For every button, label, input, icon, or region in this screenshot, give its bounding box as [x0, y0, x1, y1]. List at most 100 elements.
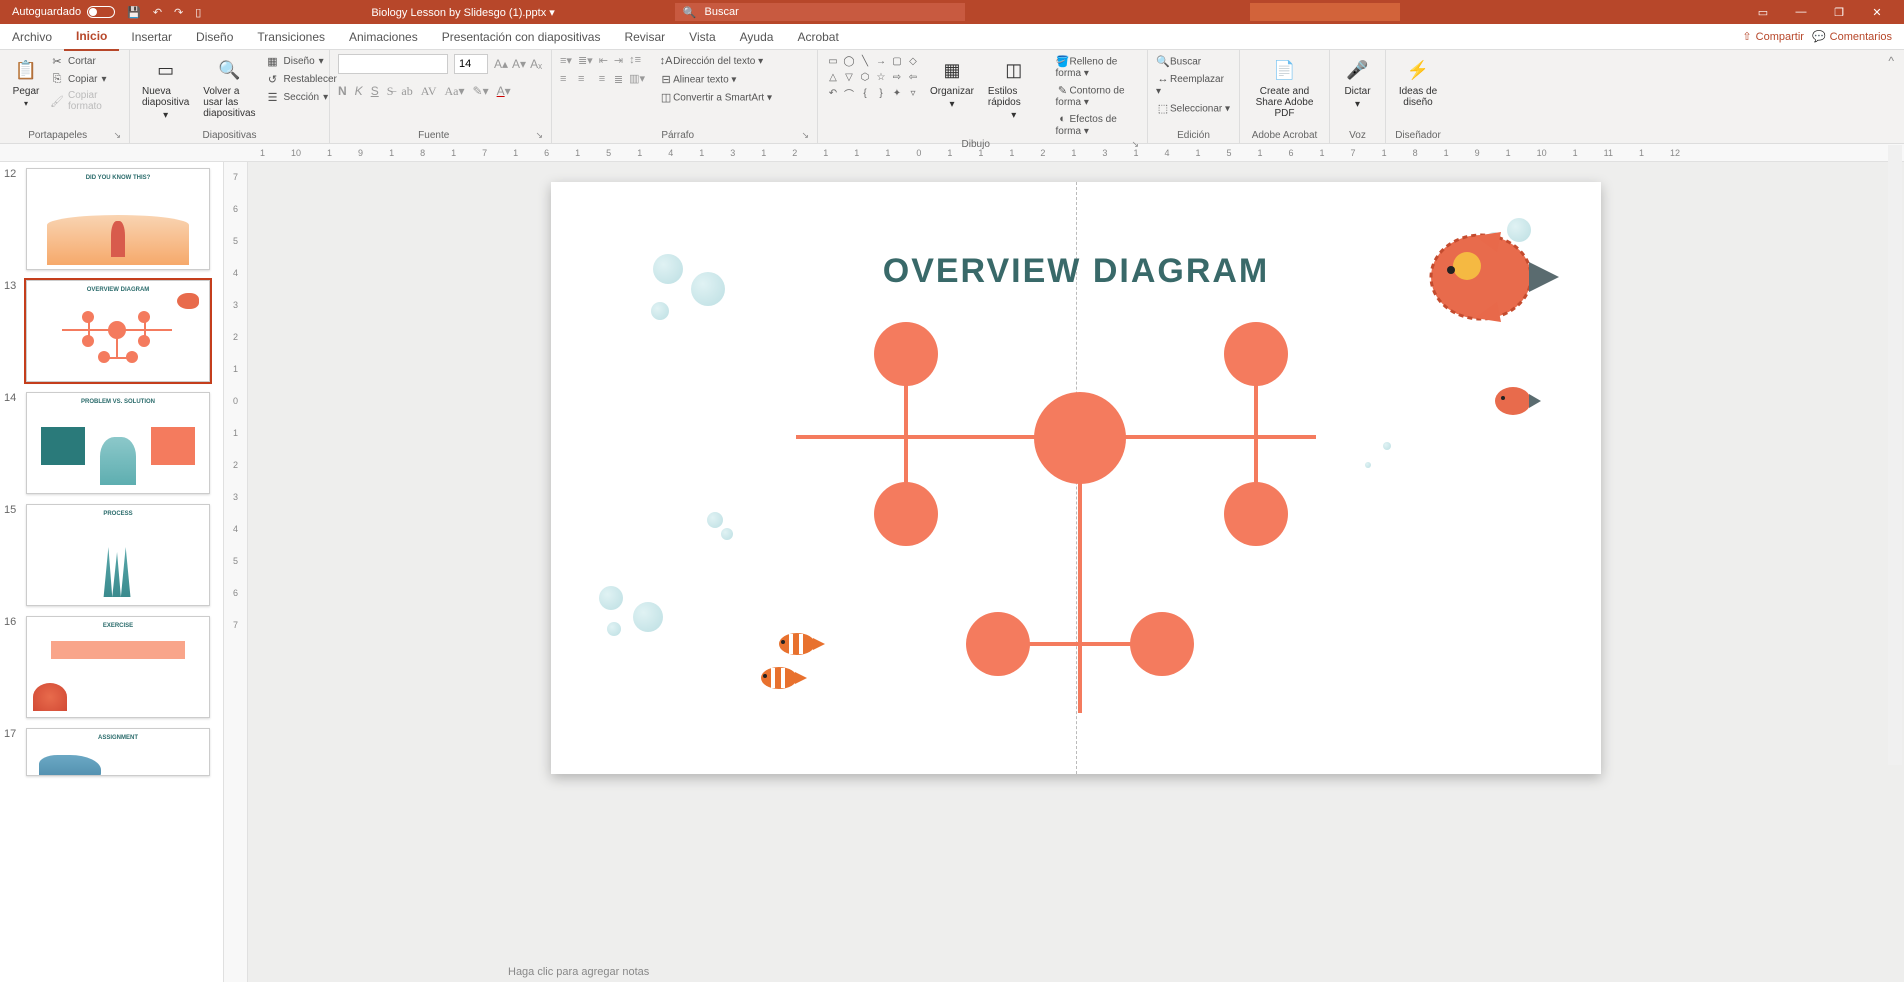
shape-outline-button[interactable]: ✎Contorno de forma ▾ — [1056, 83, 1139, 108]
tab-archivo[interactable]: Archivo — [0, 24, 64, 50]
tab-revisar[interactable]: Revisar — [612, 24, 677, 50]
slide-thumbnail-14[interactable]: PROBLEM VS. SOLUTION — [26, 392, 210, 494]
tab-animaciones[interactable]: Animaciones — [337, 24, 430, 50]
cut-button[interactable]: ✂Cortar — [50, 54, 121, 68]
paste-button[interactable]: 📋 Pegar ▾ — [8, 54, 44, 110]
slide-editor[interactable]: OVERVIEW DIAGRAM — [551, 182, 1601, 774]
bullets-button[interactable]: ≡▾ — [560, 54, 572, 67]
justify-button[interactable]: ≣ — [614, 73, 623, 86]
clear-format-icon[interactable]: Aₓ — [530, 57, 542, 71]
slide-title-text[interactable]: OVERVIEW DIAGRAM — [883, 252, 1270, 291]
select-button[interactable]: ⬚Seleccionar ▾ — [1156, 101, 1231, 115]
diagram-node[interactable] — [1224, 482, 1288, 546]
tab-transiciones[interactable]: Transiciones — [245, 24, 337, 50]
account-area[interactable] — [1250, 3, 1400, 21]
change-case-button[interactable]: Aa▾ — [445, 84, 465, 99]
decrease-font-icon[interactable]: A▾ — [512, 57, 526, 71]
paste-icon: 📋 — [12, 56, 40, 84]
slide-thumbnail-16[interactable]: EXERCISE — [26, 616, 210, 718]
tab-acrobat[interactable]: Acrobat — [785, 24, 850, 50]
redo-icon[interactable]: ↷ — [174, 6, 183, 19]
vertical-scrollbar[interactable] — [1888, 145, 1902, 765]
italic-button[interactable]: K — [355, 84, 363, 99]
design-ideas-button[interactable]: ⚡Ideas de diseño — [1394, 54, 1442, 110]
notes-placeholder[interactable]: Haga clic para agregar notas — [508, 966, 649, 978]
align-right-button[interactable]: ≡ — [599, 73, 608, 85]
minimize-icon[interactable]: — — [1792, 6, 1810, 19]
diagram-node[interactable] — [874, 482, 938, 546]
quick-styles-button[interactable]: ◫Estilos rápidos▾ — [984, 54, 1044, 123]
slide-thumbnail-13[interactable]: OVERVIEW DIAGRAM — [26, 280, 210, 382]
diagram-node-center[interactable] — [1034, 392, 1126, 484]
numbering-button[interactable]: ≣▾ — [578, 54, 593, 67]
comments-button[interactable]: 💬Comentarios — [1812, 30, 1892, 43]
font-color-button[interactable]: A▾ — [497, 84, 511, 99]
close-icon[interactable]: ✕ — [1868, 6, 1886, 19]
new-slide-button[interactable]: ▭ Nueva diapositiva▾ — [138, 54, 193, 123]
vertical-ruler[interactable]: 765432101234567 — [224, 162, 248, 982]
font-family-select[interactable] — [338, 54, 448, 74]
reset-button[interactable]: ↺Restablecer — [266, 72, 337, 86]
slide-thumbnail-15[interactable]: PROCESS — [26, 504, 210, 606]
maximize-icon[interactable]: ❐ — [1830, 6, 1848, 19]
slide-canvas-area[interactable]: OVERVIEW DIAGRAM — [248, 162, 1904, 982]
diagram-node[interactable] — [1130, 612, 1194, 676]
layout-button[interactable]: ▦Diseño ▾ — [266, 54, 337, 68]
document-title[interactable]: Biology Lesson by Slidesgo (1).pptx ▾ — [371, 6, 554, 19]
undo-icon[interactable]: ↶ — [153, 6, 162, 19]
search-box[interactable]: 🔍 Buscar — [675, 3, 965, 21]
clipboard-launcher[interactable]: ↘ — [113, 130, 121, 141]
columns-button[interactable]: ▥▾ — [629, 72, 645, 85]
arrange-button[interactable]: ▦Organizar▾ — [926, 54, 978, 112]
section-button[interactable]: ☰Sección ▾ — [266, 90, 337, 104]
slide-thumbnail-17[interactable]: ASSIGNMENT — [26, 728, 210, 776]
copy-button[interactable]: ⎘Copiar ▾ — [50, 72, 121, 86]
indent-inc-button[interactable]: ⇥ — [614, 54, 623, 67]
paragraph-launcher[interactable]: ↘ — [801, 130, 809, 141]
align-text-button[interactable]: ⊟Alinear texto ▾ — [659, 72, 772, 86]
tab-insertar[interactable]: Insertar — [119, 24, 184, 50]
bold-button[interactable]: N — [338, 84, 347, 99]
strikethrough-button[interactable]: S̶ — [387, 84, 394, 99]
share-button[interactable]: ⇧Compartir — [1742, 30, 1804, 43]
tab-diseno[interactable]: Diseño — [184, 24, 245, 50]
diagram-node[interactable] — [874, 322, 938, 386]
spacing-button[interactable]: AV — [421, 84, 437, 99]
tab-ayuda[interactable]: Ayuda — [728, 24, 786, 50]
font-launcher[interactable]: ↘ — [535, 130, 543, 141]
shape-effects-button[interactable]: ◐Efectos de forma ▾ — [1056, 112, 1139, 137]
align-center-button[interactable]: ≡ — [578, 73, 593, 85]
font-size-select[interactable] — [454, 54, 488, 74]
underline-button[interactable]: S — [371, 84, 379, 99]
save-icon[interactable]: 💾 — [127, 6, 141, 19]
slide-thumbnail-12[interactable]: DID YOU KNOW THIS? — [26, 168, 210, 270]
shadow-button[interactable]: ab — [401, 84, 412, 99]
smartart-button[interactable]: ◫Convertir a SmartArt ▾ — [659, 90, 772, 104]
create-pdf-button[interactable]: 📄Create and Share Adobe PDF — [1248, 54, 1321, 121]
shapes-gallery[interactable]: ▭◯╲→▢◇ △▽⬡☆⇨⇦ ↶⌒{}✦▿ — [826, 54, 920, 100]
diagram-node[interactable] — [966, 612, 1030, 676]
collapse-ribbon-button[interactable]: ^ — [1878, 50, 1904, 143]
reuse-slides-button[interactable]: 🔍 Volver a usar las diapositivas — [199, 54, 259, 121]
shape-fill-button[interactable]: 🪣Relleno de forma ▾ — [1056, 54, 1139, 79]
dictate-button[interactable]: 🎤Dictar▾ — [1340, 54, 1376, 112]
line-spacing-button[interactable]: ↕≡ — [629, 54, 645, 66]
format-painter-button[interactable]: 🖌Copiar formato — [50, 90, 121, 112]
indent-dec-button[interactable]: ⇤ — [599, 54, 608, 67]
tab-vista[interactable]: Vista — [677, 24, 727, 50]
overview-diagram[interactable] — [796, 322, 1316, 722]
autosave-toggle[interactable]: Autoguardado — [12, 6, 115, 18]
align-left-button[interactable]: ≡ — [560, 73, 572, 85]
diagram-node[interactable] — [1224, 322, 1288, 386]
text-direction-button[interactable]: ↕ADirección del texto ▾ — [659, 54, 772, 68]
increase-font-icon[interactable]: A▴ — [494, 57, 508, 71]
tab-presentacion[interactable]: Presentación con diapositivas — [430, 24, 613, 50]
horizontal-ruler[interactable]: 1101918171615141312111011121314151617181… — [0, 144, 1904, 162]
replace-button[interactable]: ↔Reemplazar ▾ — [1156, 72, 1231, 97]
highlight-button[interactable]: ✎▾ — [473, 84, 489, 99]
start-slideshow-icon[interactable]: ▯ — [195, 6, 201, 19]
slide-thumbnail-panel[interactable]: 12 DID YOU KNOW THIS? 13 OVERVIEW DIAGRA… — [0, 162, 224, 982]
find-button[interactable]: 🔍Buscar — [1156, 54, 1231, 68]
ribbon-display-icon[interactable]: ▭ — [1754, 6, 1772, 19]
tab-inicio[interactable]: Inicio — [64, 23, 119, 51]
